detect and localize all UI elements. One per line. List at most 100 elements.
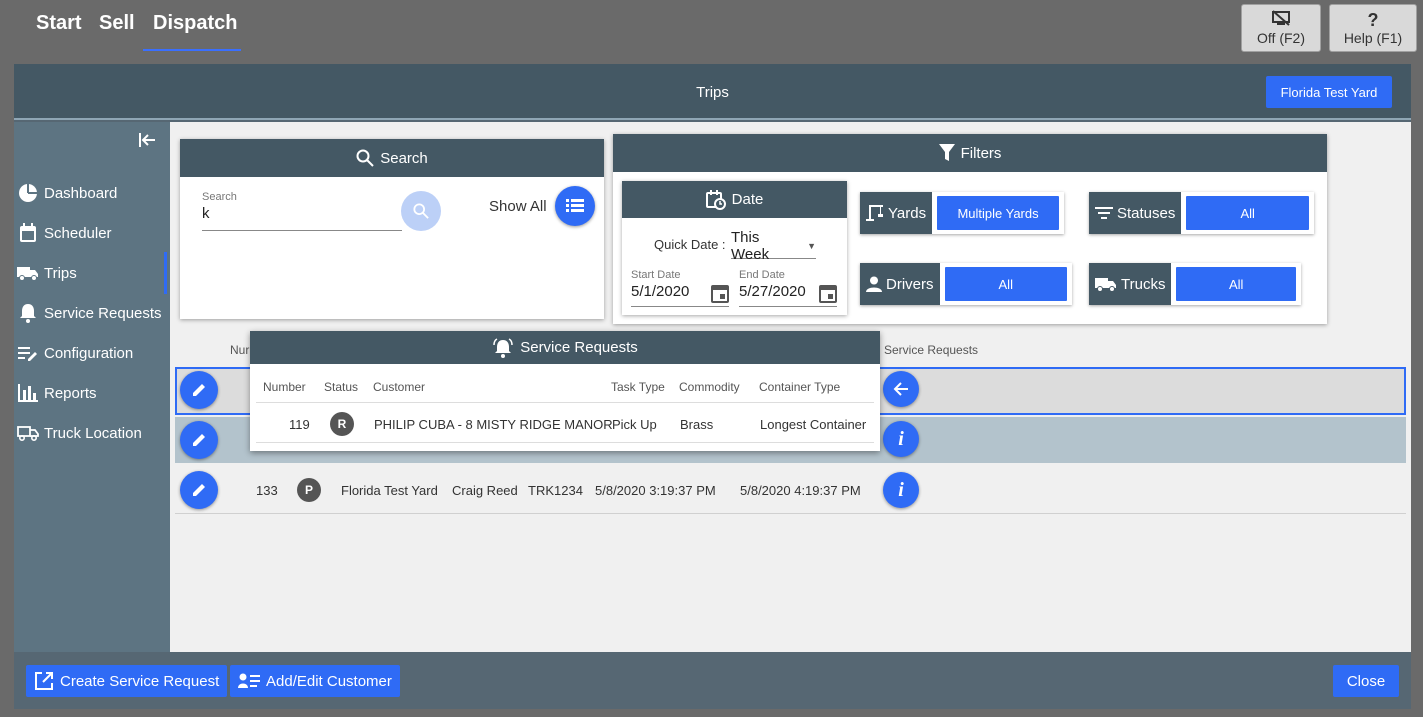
quick-date-label: Quick Date :	[654, 237, 726, 252]
search-input[interactable]: Search k	[202, 191, 402, 231]
show-all-button[interactable]	[555, 186, 595, 226]
start-date-field[interactable]: Start Date 5/1/2020	[631, 269, 729, 307]
service-request-container-type: Longest Container	[760, 417, 867, 432]
table-header-number: Nur	[230, 343, 250, 357]
sidebar-item-service-requests[interactable]: Service Requests	[17, 300, 162, 326]
off-button-label: Off (F2)	[1257, 30, 1305, 46]
edit-trip-button[interactable]	[180, 371, 218, 409]
close-button[interactable]: Close	[1333, 665, 1399, 697]
truck-icon	[17, 263, 39, 283]
yards-filter-button[interactable]: Multiple Yards	[937, 196, 1059, 230]
collapse-sidebar-icon[interactable]	[138, 132, 156, 153]
popup-col-task-type: Task Type	[611, 380, 665, 394]
calendar-clock-icon	[705, 189, 726, 210]
statuses-filter-button[interactable]: All	[1186, 196, 1309, 230]
sidebar: Dashboard Scheduler Trips Service Reques…	[14, 122, 170, 652]
nav-tab-start[interactable]: Start	[36, 12, 82, 35]
search-card: Search Search k Show All	[180, 139, 604, 319]
bar-chart-icon	[17, 383, 39, 403]
edit-trip-button[interactable]	[180, 421, 218, 459]
service-request-number: 119	[289, 417, 310, 432]
pencil-icon	[193, 384, 205, 396]
sidebar-item-scheduler[interactable]: Scheduler	[17, 220, 112, 246]
popup-header: Service Requests	[250, 331, 880, 364]
create-service-request-button[interactable]: Create Service Request	[26, 665, 228, 697]
search-input-label: Search	[202, 191, 237, 203]
screen-off-icon	[1242, 10, 1320, 30]
search-icon	[356, 149, 374, 167]
status-badge: P	[297, 478, 321, 502]
chevron-down-icon: ▼	[807, 240, 816, 251]
arrow-left-icon	[893, 382, 908, 396]
popup-col-container-type: Container Type	[759, 380, 841, 394]
start-date-label: Start Date	[631, 269, 681, 281]
help-icon: ?	[1367, 10, 1379, 30]
sidebar-item-dashboard[interactable]: Dashboard	[17, 180, 117, 206]
statuses-filter-label: Statuses	[1117, 204, 1176, 222]
off-button[interactable]: Off (F2)	[1241, 4, 1321, 52]
nav-tab-sell[interactable]: Sell	[99, 12, 135, 35]
info-icon[interactable]: i	[883, 472, 919, 508]
popup-col-commodity: Commodity	[679, 380, 740, 394]
quick-date-select[interactable]: This Week ▼	[731, 229, 816, 263]
yard-selector-button[interactable]: Florida Test Yard	[1266, 76, 1392, 108]
date-filter-card: Date Quick Date : This Week ▼ Start Date…	[622, 181, 847, 315]
add-edit-customer-button[interactable]: Add/Edit Customer	[230, 665, 400, 697]
drivers-filter-header: Drivers	[860, 263, 940, 305]
drivers-filter-button[interactable]: All	[944, 267, 1067, 301]
person-icon	[866, 276, 882, 292]
trucks-filter-header: Trucks	[1089, 263, 1172, 305]
popup-divider	[256, 402, 874, 403]
nav-active-indicator	[143, 49, 241, 51]
end-date-field[interactable]: End Date 5/27/2020	[739, 269, 837, 307]
sidebar-item-label: Scheduler	[44, 224, 112, 242]
trip-start-time: 5/8/2020 3:19:37 PM	[595, 483, 716, 498]
quick-date-value: This Week	[731, 228, 770, 263]
sidebar-item-reports[interactable]: Reports	[17, 380, 97, 406]
sidebar-item-label: Configuration	[44, 344, 134, 362]
search-card-title: Search	[380, 149, 428, 167]
sidebar-item-trips[interactable]: Trips	[17, 260, 77, 286]
truck-icon	[1095, 278, 1116, 292]
sidebar-item-label: Reports	[44, 384, 97, 402]
truck-location-icon	[17, 423, 39, 443]
show-all-label: Show All	[489, 198, 547, 215]
sidebar-item-truck-location[interactable]: Truck Location	[17, 420, 142, 446]
add-edit-customer-label: Add/Edit Customer	[266, 672, 392, 690]
pencil-icon	[193, 484, 205, 496]
yards-filter: Yards Multiple Yards	[860, 192, 1064, 234]
crane-icon	[866, 205, 883, 221]
bell-icon	[17, 303, 39, 323]
popup-col-status: Status	[324, 380, 359, 394]
trucks-filter-label: Trucks	[1121, 275, 1166, 293]
yards-filter-label: Yards	[888, 204, 927, 222]
popup-title: Service Requests	[520, 339, 638, 356]
statuses-filter-header: Statuses	[1089, 192, 1182, 234]
help-button[interactable]: ? Help (F1)	[1329, 4, 1417, 52]
search-input-value: k	[202, 205, 210, 222]
calendar-icon[interactable]	[711, 283, 729, 303]
info-icon[interactable]: i	[883, 421, 919, 457]
table-header-service-requests: Service Requests	[884, 343, 979, 357]
sidebar-item-configuration[interactable]: Configuration	[17, 340, 133, 366]
date-card-header: Date	[622, 181, 847, 218]
pencil-icon	[193, 434, 205, 446]
pie-chart-icon	[17, 183, 39, 203]
trip-yard: Florida Test Yard	[341, 483, 438, 498]
nav-tab-dispatch[interactable]: Dispatch	[153, 12, 237, 35]
end-date-label: End Date	[739, 269, 785, 281]
drivers-filter: Drivers All	[860, 263, 1072, 305]
calendar-icon	[17, 223, 39, 243]
trip-number: 133	[256, 483, 278, 498]
create-service-request-label: Create Service Request	[60, 672, 220, 690]
edit-trip-button[interactable]	[180, 471, 218, 509]
search-button[interactable]	[401, 191, 441, 231]
trucks-filter-button[interactable]: All	[1176, 267, 1296, 301]
calendar-icon[interactable]	[819, 283, 837, 303]
yards-filter-header: Yards	[860, 192, 933, 234]
bell-ringing-icon	[493, 337, 513, 358]
collapse-service-requests-button[interactable]	[883, 371, 919, 407]
trucks-filter: Trucks All	[1089, 263, 1301, 305]
edit-list-icon	[17, 343, 39, 363]
window-title: Trips	[696, 84, 729, 101]
